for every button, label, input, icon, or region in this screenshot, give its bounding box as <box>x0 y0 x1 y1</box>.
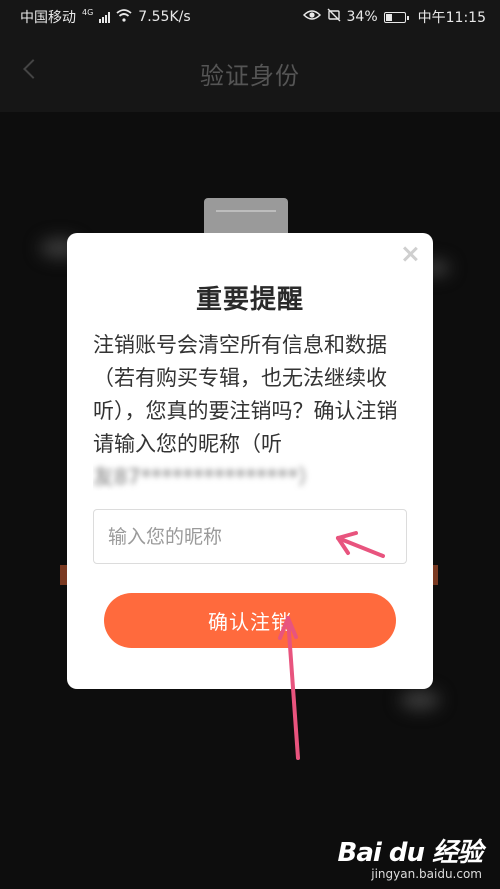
carrier-label: 中国移动 <box>20 10 76 26</box>
nickname-input[interactable] <box>93 509 407 564</box>
mute-icon <box>327 8 341 26</box>
watermark-url: jingyan.baidu.com <box>371 867 482 881</box>
status-left: 中国移动 4G 7.55K/s <box>20 7 191 27</box>
dialog-message: 注销账号会清空所有信息和数据（若有购买专辑，也无法继续收听），您真的要注销吗？确… <box>93 329 411 491</box>
clock: 中午11:15 <box>417 10 486 26</box>
dialog-message-text: 注销账号会清空所有信息和数据（若有购买专辑，也无法继续收听），您真的要注销吗？确… <box>93 333 398 456</box>
status-right: 34% 中午11:15 <box>302 7 486 27</box>
watermark: Bai du 经验 jingyan.baidu.com <box>338 832 483 881</box>
signal-icon <box>99 11 111 23</box>
status-bar: 中国移动 4G 7.55K/s 34% 中午11:15 <box>0 0 500 34</box>
close-icon[interactable] <box>401 245 419 263</box>
network-type-label: 4G <box>82 7 94 17</box>
background-blur <box>400 690 440 710</box>
dialog-title: 重要提醒 <box>195 285 304 315</box>
battery-percent: 34% <box>346 9 378 25</box>
confirm-dialog: 重要提醒 注销账号会清空所有信息和数据（若有购买专辑，也无法继续收听），您真的要… <box>67 233 433 689</box>
nav-bar: 验证身份 <box>0 34 500 112</box>
battery-icon <box>383 11 409 23</box>
chevron-left-icon[interactable] <box>23 59 43 79</box>
confirm-cancel-account-button[interactable]: 确认注销 <box>104 593 396 648</box>
watermark-logo: Bai du 经验 <box>337 838 483 868</box>
eye-icon <box>302 9 321 25</box>
network-speed: 7.55K/s <box>138 9 191 25</box>
wifi-icon <box>116 8 132 26</box>
blurred-nickname: 友87***************） <box>93 465 320 489</box>
page-title: 验证身份 <box>200 61 300 90</box>
